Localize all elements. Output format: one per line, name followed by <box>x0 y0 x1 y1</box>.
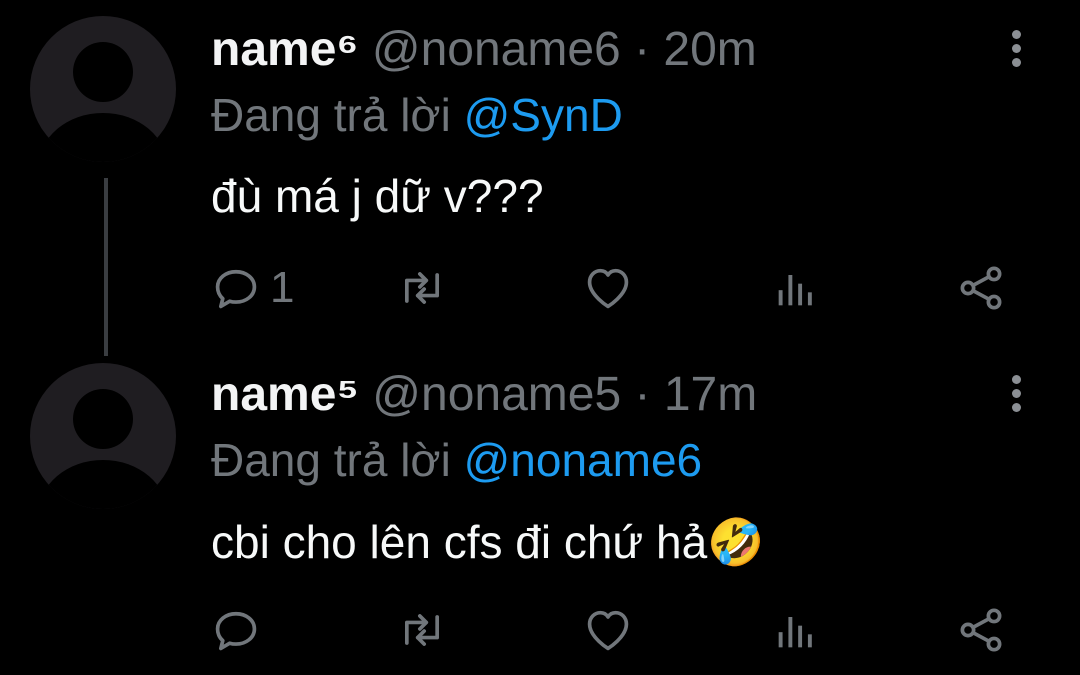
reply-count: 1 <box>270 263 295 312</box>
reply-button[interactable]: 1 <box>210 258 294 318</box>
display-name[interactable]: name⁵ <box>211 368 359 421</box>
avatar[interactable] <box>30 16 176 162</box>
heart-icon <box>587 268 629 309</box>
retweet-icon <box>404 614 440 646</box>
reply-icon <box>215 269 257 309</box>
views-button[interactable] <box>770 258 822 318</box>
tweet-actions <box>0 600 1080 660</box>
tweet[interactable]: name⁵ @noname5 · 17m Đang trả lời @nonam… <box>0 345 1080 675</box>
user-handle[interactable]: @noname5 <box>372 368 621 421</box>
retweet-button[interactable] <box>396 258 448 318</box>
tweet-text-content: đù má j dữ v??? <box>211 170 544 222</box>
more-vertical-icon[interactable] <box>1004 375 1028 417</box>
avatar[interactable] <box>30 363 176 509</box>
replying-to-user-link[interactable]: @SynD <box>464 89 623 141</box>
replying-to-label: Đang trả lời <box>211 434 451 486</box>
tweet[interactable]: name⁶ @noname6 · 20m Đang trả lời @SynD … <box>0 0 1080 356</box>
reply-icon <box>215 611 257 651</box>
separator-dot: · <box>634 23 651 76</box>
views-icon <box>778 275 812 306</box>
share-button[interactable] <box>955 258 1007 318</box>
separator-dot: · <box>634 368 651 421</box>
replying-to-user-link[interactable]: @noname6 <box>464 434 703 486</box>
views-icon <box>778 617 812 648</box>
avatar-body-shape <box>38 113 168 162</box>
replying-to-label: Đang trả lời <box>211 89 451 141</box>
tweet-text: cbi cho lên cfs đi chứ hả🤣 <box>211 513 764 571</box>
avatar-head-shape <box>73 389 133 449</box>
timestamp[interactable]: 20m <box>663 23 756 76</box>
replying-to: Đang trả lời @noname6 <box>211 432 702 488</box>
avatar-body-shape <box>38 460 168 509</box>
replying-to: Đang trả lời @SynD <box>211 87 623 143</box>
avatar-head-shape <box>73 42 133 102</box>
timestamp[interactable]: 17m <box>664 368 757 421</box>
retweet-button[interactable] <box>396 600 448 660</box>
tweet-actions: 1 <box>0 258 1080 318</box>
more-vertical-icon[interactable] <box>1004 30 1028 72</box>
display-name[interactable]: name⁶ <box>211 23 359 76</box>
tweet-text: đù má j dữ v??? <box>211 167 544 225</box>
like-button[interactable] <box>582 600 634 660</box>
tweet-header: name⁵ @noname5 · 17m <box>211 367 757 423</box>
share-icon <box>960 608 1002 652</box>
tweet-text-content: cbi cho lên cfs đi chứ hả <box>211 516 708 568</box>
tweet-header: name⁶ @noname6 · 20m <box>211 22 757 78</box>
reply-button[interactable] <box>210 600 270 660</box>
share-button[interactable] <box>955 600 1007 660</box>
share-icon <box>960 266 1002 310</box>
heart-icon <box>587 610 629 651</box>
user-handle[interactable]: @noname6 <box>372 23 621 76</box>
views-button[interactable] <box>770 600 822 660</box>
retweet-icon <box>404 272 440 304</box>
rolling-on-floor-laughing-emoji: 🤣 <box>707 515 765 569</box>
like-button[interactable] <box>582 258 634 318</box>
